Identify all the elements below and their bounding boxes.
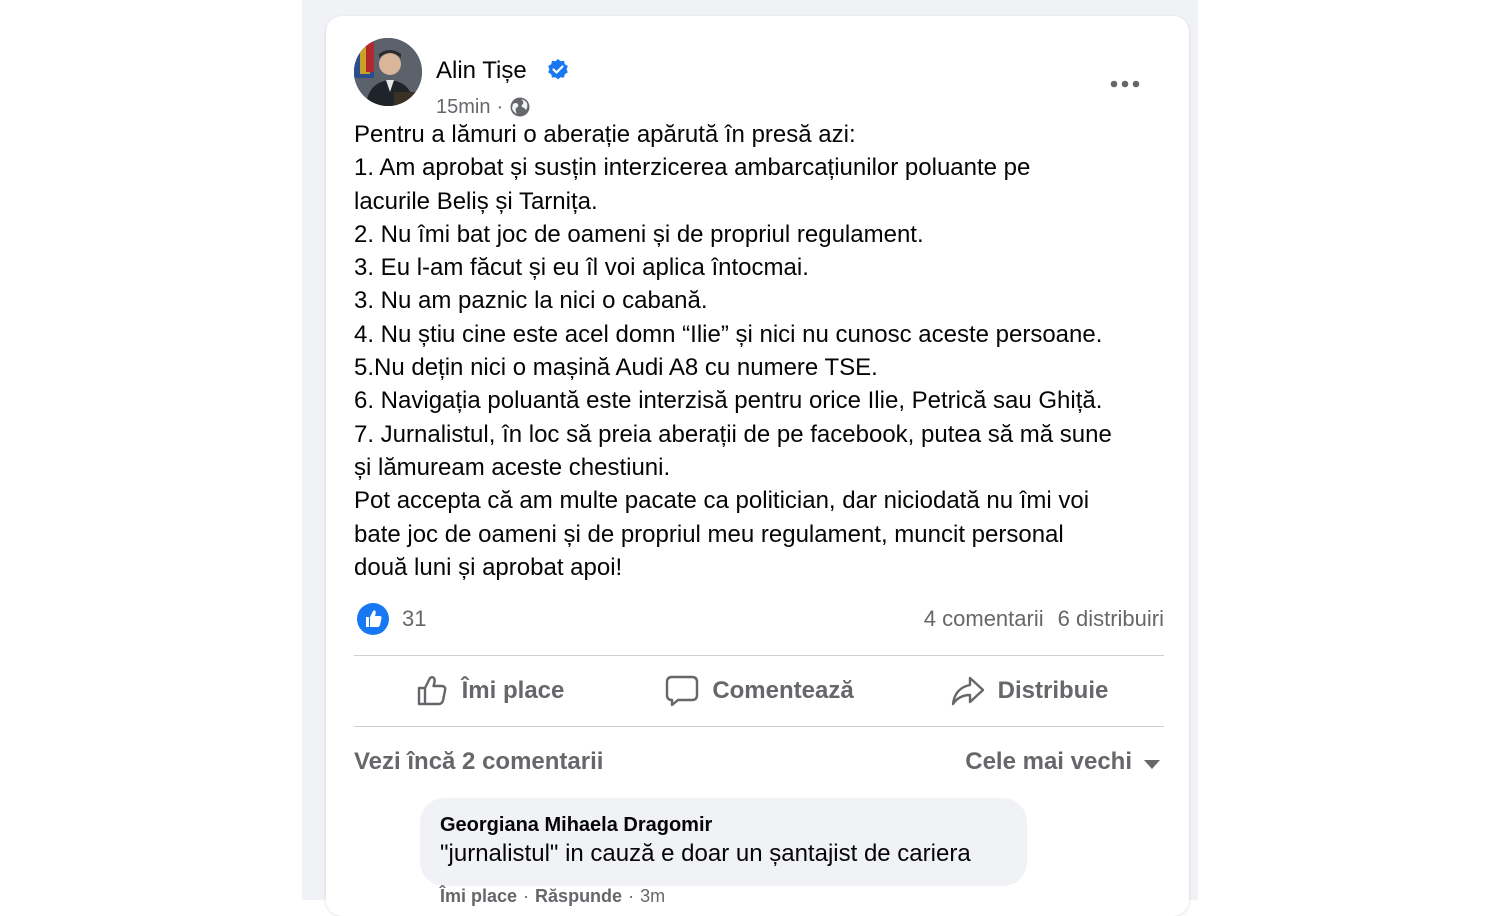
caret-down-icon [1144, 759, 1160, 769]
share-button[interactable]: Distribuie [894, 656, 1164, 726]
post-line: Pot accepta că am multe pacate ca politi… [354, 487, 1090, 515]
reactions-bar: 31 4 comentarii 6 distribuiri [354, 602, 1164, 638]
comment-bubble: Georgiana Mihaela Dragomir "jurnalistul"… [420, 798, 1027, 886]
post-header: Alin Tișe 15min · [354, 38, 1161, 118]
like-button[interactable]: Îmi place [354, 656, 624, 726]
action-bar: Îmi place Comentează Distribuie [354, 656, 1164, 726]
like-reaction-icon[interactable] [356, 602, 390, 636]
like-count[interactable]: 31 [402, 606, 426, 632]
post-meta: 15min · [436, 96, 531, 118]
comment-like-link[interactable]: Îmi place [440, 886, 517, 907]
post-line: 5.Nu dețin nici o mașină Audi A8 cu nume… [354, 354, 878, 382]
globe-icon [510, 97, 530, 117]
divider [354, 726, 1164, 727]
comment-action-separator: · [628, 886, 635, 906]
verified-badge-icon [548, 59, 568, 80]
post-line: și lămuream aceste chestiuni. [354, 453, 671, 481]
comment-author[interactable]: Georgiana Mihaela Dragomir [440, 814, 712, 837]
ellipsis-icon [1110, 80, 1140, 88]
thumbs-up-icon [417, 676, 447, 706]
post-line: 3. Nu am paznic la nici o cabană. [354, 287, 708, 315]
view-more-comments-link[interactable]: Vezi încă 2 comentarii [354, 748, 603, 776]
comment-sort-dropdown[interactable]: Cele mai vechi [965, 748, 1160, 776]
comment-action-separator: · [523, 886, 530, 906]
comment-text: "jurnalistul" in cauză e doar un șantaji… [440, 840, 971, 867]
comment-count[interactable]: 4 comentarii [924, 606, 1044, 632]
more-options-button[interactable] [1105, 64, 1145, 104]
post-line: două luni și aprobat apoi! [354, 553, 623, 581]
comment-button[interactable]: Comentează [624, 656, 894, 726]
speech-bubble-icon [666, 675, 699, 707]
like-button-label: Îmi place [461, 677, 565, 704]
comment-actions: Îmi place · Răspunde · 3m [440, 886, 665, 907]
post-line: Pentru a lămuri o aberație apărută în pr… [354, 121, 856, 148]
post-line: 6. Navigația poluantă este interzisă pen… [354, 387, 1103, 415]
comment-reply-link[interactable]: Răspunde [535, 886, 622, 907]
meta-separator: · [496, 96, 504, 118]
post-line: bate joc de oameni și de propriul meu re… [354, 520, 1064, 548]
post-time[interactable]: 15min [436, 96, 490, 118]
post-card: Alin Tișe 15min · Pentru a lămuri o aber… [326, 16, 1189, 916]
post-line: 3. Eu l-am făcut și eu îl voi aplica înt… [354, 254, 809, 282]
comments-header: Vezi încă 2 comentarii Cele mai vechi [354, 744, 1164, 784]
post-body: Pentru a lămuri o aberație apărută în pr… [354, 118, 1164, 584]
comment-sort-label: Cele mai vechi [965, 748, 1132, 775]
post-line: 2. Nu îmi bat joc de oameni și de propri… [354, 220, 924, 248]
share-arrow-icon [951, 676, 984, 706]
comment-time[interactable]: 3m [640, 886, 665, 907]
post-line: 4. Nu știu cine este acel domn “Ilie” și… [354, 320, 1103, 348]
share-count[interactable]: 6 distribuiri [1058, 606, 1164, 632]
post-line: 7. Jurnalistul, în loc să preia aberații… [354, 420, 1112, 448]
post-line: lacurile Beliș și Tarnița. [354, 187, 598, 215]
author-name[interactable]: Alin Tișe [436, 58, 527, 84]
engagement-counts: 4 comentarii 6 distribuiri [924, 606, 1164, 632]
post-line: 1. Am aprobat și susțin interzicerea amb… [354, 154, 1031, 182]
avatar[interactable] [354, 38, 422, 106]
share-button-label: Distribuie [997, 677, 1109, 704]
comment-button-label: Comentează [712, 677, 854, 704]
